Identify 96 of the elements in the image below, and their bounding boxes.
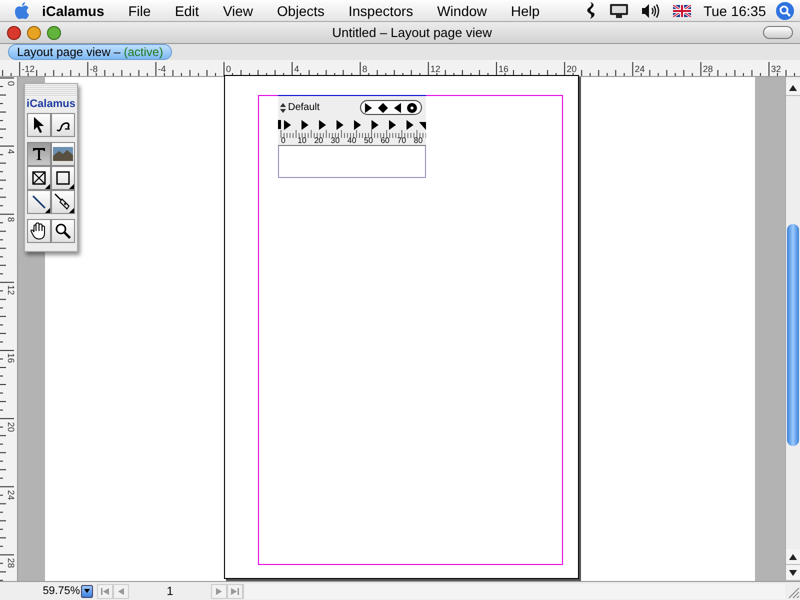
menu-item[interactable]: Edit xyxy=(162,2,211,18)
ruler-label: 20 xyxy=(566,65,577,74)
palette-title: iCalamus xyxy=(26,97,76,112)
tool-button[interactable] xyxy=(51,113,75,137)
flag-icon[interactable] xyxy=(673,4,692,16)
ruler-label: 30 xyxy=(330,137,340,145)
picture-icon xyxy=(53,147,73,161)
ruler-label: 60 xyxy=(380,137,390,145)
previous-page-button[interactable] xyxy=(113,584,129,598)
left-tab-icon xyxy=(365,102,372,112)
previous-page-icon xyxy=(118,588,124,594)
ruler-label: 24 xyxy=(6,490,15,500)
window-title: Untitled – Layout page view xyxy=(331,25,493,40)
ruler-label: 16 xyxy=(6,353,15,364)
ruler-label: 40 xyxy=(347,137,356,145)
tool-button[interactable] xyxy=(27,142,51,166)
ruler-label: 8 xyxy=(362,65,368,74)
ruler-label: 50 xyxy=(364,137,373,145)
tool-button[interactable] xyxy=(27,190,51,214)
ruler-label: 0 xyxy=(281,137,286,145)
ruler-label: 24 xyxy=(634,65,645,74)
first-page-icon xyxy=(101,588,109,594)
magnifier-icon xyxy=(55,223,71,239)
last-page-button[interactable] xyxy=(227,584,243,598)
ruler-label: 28 xyxy=(702,65,713,74)
line-icon xyxy=(32,195,46,209)
text-frame[interactable] xyxy=(278,146,426,178)
ruler-label: 0 xyxy=(6,81,15,86)
right-tab-icon xyxy=(394,102,401,112)
arrow-pointer-icon xyxy=(33,117,45,133)
tool-button[interactable] xyxy=(27,113,51,137)
hand-icon xyxy=(30,222,48,240)
app-menu[interactable]: iCalamus xyxy=(30,2,116,18)
ruler-label: 20 xyxy=(6,422,15,432)
pen-icon xyxy=(54,193,72,211)
ruler-label: 12 xyxy=(6,285,15,296)
scroll-thumb[interactable] xyxy=(787,224,799,446)
tool-button[interactable] xyxy=(51,142,75,166)
tool-button[interactable] xyxy=(27,219,51,243)
ruler-label: -12 xyxy=(22,65,35,74)
tab-stop-markers[interactable] xyxy=(278,119,426,130)
text-tool-icon xyxy=(32,147,46,161)
zoom-level: 59.75% xyxy=(42,585,80,597)
toolbar-toggle-button[interactable] xyxy=(763,26,793,39)
search-icon[interactable] xyxy=(776,2,794,20)
menu-item[interactable]: Objects xyxy=(265,2,336,18)
ruler-label: 4 xyxy=(294,65,300,74)
rectangle-icon xyxy=(56,171,70,185)
view-tab[interactable]: Layout page view – (active) xyxy=(8,44,172,60)
menu-item[interactable]: Window xyxy=(425,2,499,18)
ruler-label: 10 xyxy=(298,137,306,145)
ruler-label: -8 xyxy=(90,65,98,74)
ruler-label: 20 xyxy=(314,137,324,145)
zoom-button[interactable] xyxy=(47,26,61,40)
scroll-up-icon[interactable] xyxy=(789,554,797,560)
ruler-label: 70 xyxy=(397,137,406,145)
ruler-label: 16 xyxy=(498,65,508,74)
center-tab-icon xyxy=(378,102,388,112)
apple-logo-icon[interactable] xyxy=(14,2,30,20)
horizontal-scrollbar[interactable] xyxy=(243,584,785,598)
tool-button[interactable] xyxy=(27,166,51,190)
picture-frame-icon xyxy=(32,171,46,185)
menubar-clock[interactable]: Tue 16:35 xyxy=(703,2,766,18)
volume-icon[interactable] xyxy=(641,2,662,18)
paragraph-style-selector[interactable]: Default xyxy=(280,102,320,113)
ruler-label: 28 xyxy=(6,558,15,568)
ruler-label: 32 xyxy=(770,65,781,74)
stepper-icon xyxy=(280,102,286,112)
tab-type-selector[interactable] xyxy=(360,100,422,115)
ruler-label: 8 xyxy=(6,217,15,222)
menu-item[interactable]: Inspectors xyxy=(336,2,426,18)
tool-button[interactable] xyxy=(51,219,75,243)
ruler-label: 0 xyxy=(226,65,232,74)
vertical-scrollbar[interactable] xyxy=(785,77,800,581)
next-page-button[interactable] xyxy=(211,584,227,598)
zoom-dropdown-button[interactable] xyxy=(81,584,93,598)
scroll-down-icon[interactable] xyxy=(789,570,797,576)
ruler-label: 80 xyxy=(414,137,423,145)
page-number: 1 xyxy=(166,584,174,598)
caret-icon xyxy=(84,589,90,593)
ruler-label: -4 xyxy=(158,65,166,74)
tool-button[interactable] xyxy=(51,190,75,214)
scroll-up-icon[interactable] xyxy=(789,84,797,90)
menu-item[interactable]: View xyxy=(210,2,266,18)
decimal-tab-icon xyxy=(407,102,417,112)
tool-button[interactable] xyxy=(51,166,75,190)
display-icon[interactable] xyxy=(609,2,630,18)
last-page-icon xyxy=(231,588,239,594)
next-page-icon xyxy=(216,588,222,594)
menu-item[interactable]: Help xyxy=(498,2,552,18)
ruler-label: 4 xyxy=(6,149,15,154)
close-button[interactable] xyxy=(7,26,21,40)
minimize-button[interactable] xyxy=(27,26,41,40)
ruler-label: 12 xyxy=(430,65,440,74)
script-icon[interactable] xyxy=(585,2,598,19)
menu-item[interactable]: File xyxy=(116,2,163,18)
